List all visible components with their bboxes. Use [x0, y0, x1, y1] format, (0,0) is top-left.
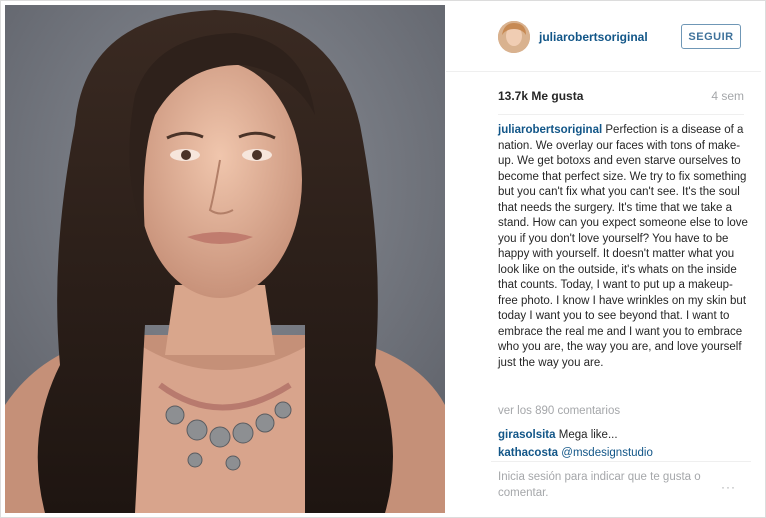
- post-meta: 13.7k Me gusta 4 sem: [498, 89, 744, 107]
- portrait-image: [5, 5, 445, 513]
- login-prompt[interactable]: Inicia sesión para indicar que te gusta …: [498, 469, 703, 501]
- post-caption: juliarobertsoriginal Perfection is a dis…: [498, 123, 750, 371]
- comment-mention[interactable]: @msdesignstudio: [561, 447, 653, 459]
- instagram-post-embed: juliarobertsoriginal SEGUIR 13.7k Me gus…: [0, 0, 766, 518]
- post-age[interactable]: 4 sem: [711, 89, 744, 103]
- view-all-comments-link[interactable]: ver los 890 comentarios: [498, 405, 620, 417]
- divider: [498, 114, 744, 115]
- comment-item: girasolsita Mega like...: [498, 429, 750, 441]
- comment-text: Mega like...: [558, 429, 618, 441]
- comment-username[interactable]: kathacosta: [498, 447, 558, 459]
- post-details-panel: juliarobertsoriginal SEGUIR 13.7k Me gus…: [446, 5, 761, 513]
- footer-divider: [491, 461, 751, 462]
- comment-item: kathacosta @msdesignstudio: [498, 447, 750, 459]
- post-photo[interactable]: [5, 5, 445, 513]
- caption-author-username[interactable]: juliarobertsoriginal: [498, 124, 602, 136]
- likes-count[interactable]: 13.7k Me gusta: [498, 89, 583, 103]
- comment-username[interactable]: girasolsita: [498, 429, 556, 441]
- caption-text: Perfection is a disease of a nation. We …: [498, 124, 748, 369]
- avatar[interactable]: [498, 21, 530, 53]
- more-options-icon[interactable]: ···: [721, 480, 736, 494]
- post-header: juliarobertsoriginal SEGUIR: [446, 5, 761, 72]
- post-author-username[interactable]: juliarobertsoriginal: [539, 30, 648, 44]
- follow-button[interactable]: SEGUIR: [681, 24, 741, 49]
